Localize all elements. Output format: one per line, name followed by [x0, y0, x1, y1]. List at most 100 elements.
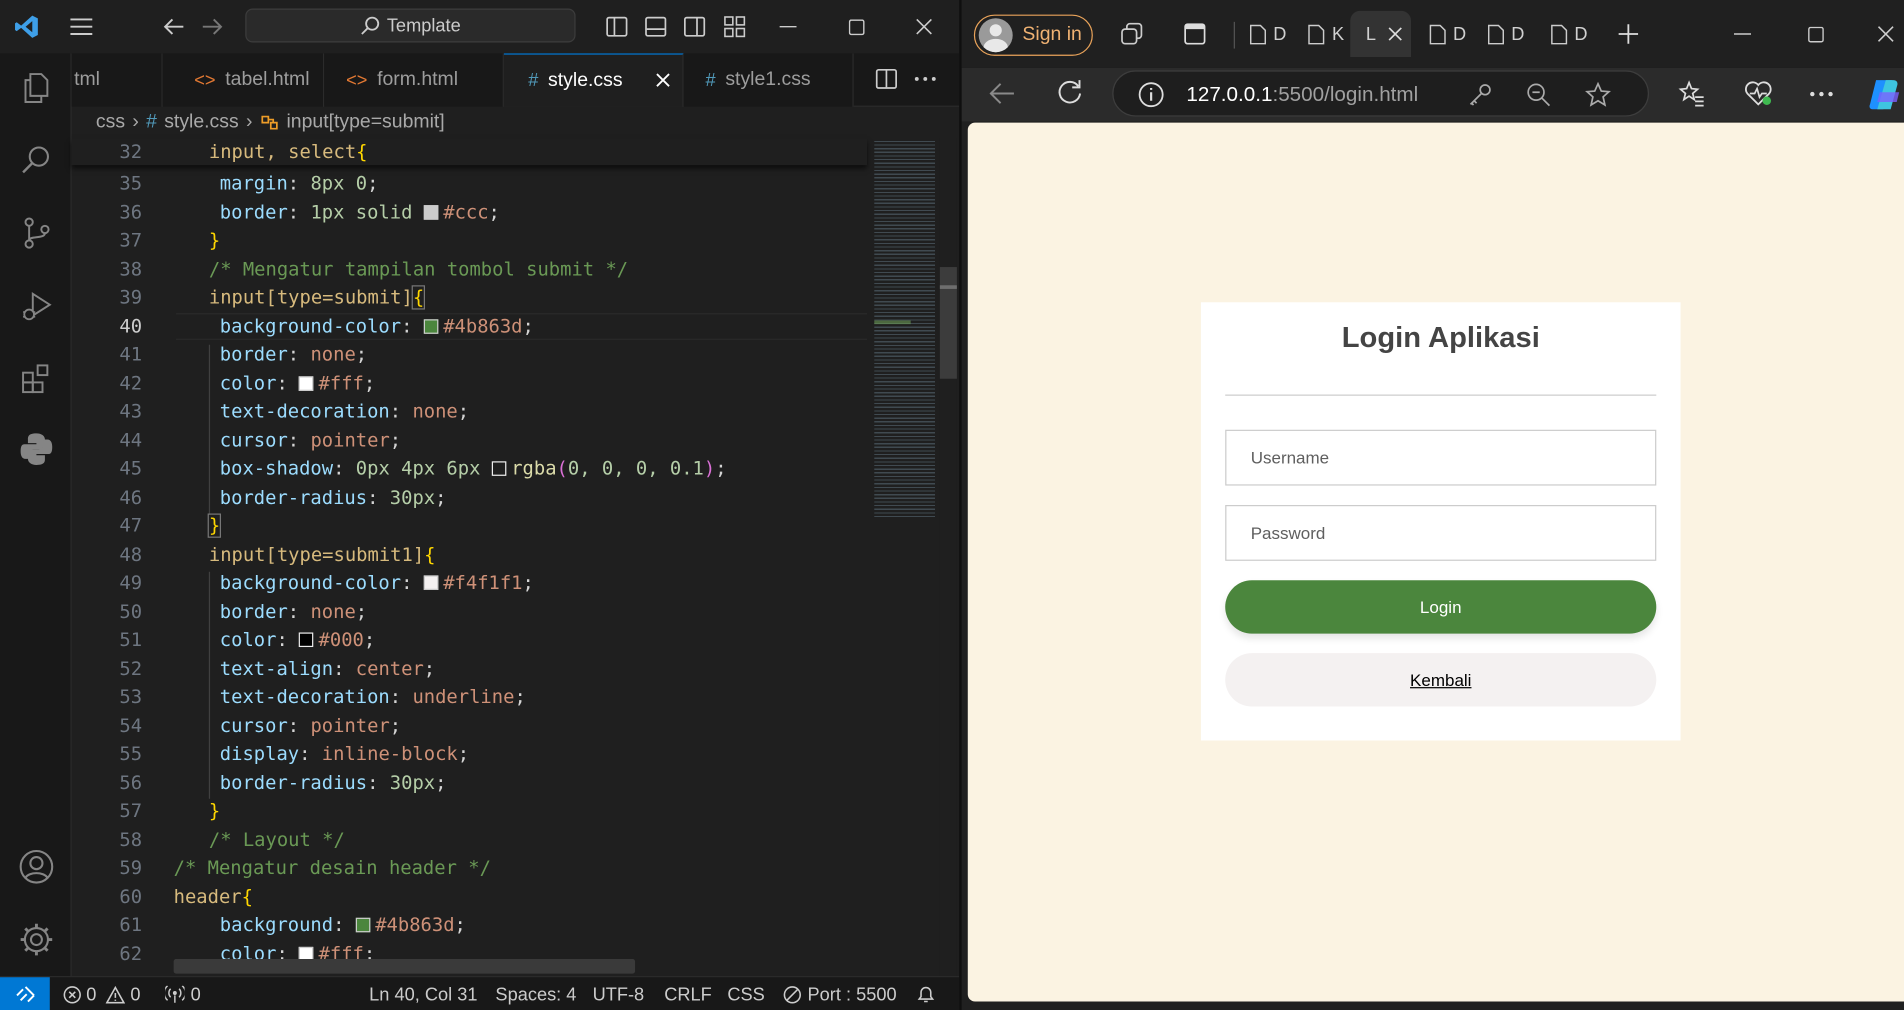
toggle-secondary-sidebar-icon[interactable] [680, 0, 709, 53]
vertical-scrollbar[interactable] [939, 138, 957, 977]
username-input[interactable] [1225, 429, 1657, 486]
more-actions-icon[interactable] [914, 75, 936, 82]
tab-html[interactable]: tml [71, 53, 163, 107]
breadcrumb-folder[interactable]: css [96, 112, 125, 134]
breadcrumb-file[interactable]: style.css [164, 112, 238, 134]
browser-tab[interactable]: D [1545, 10, 1594, 59]
code-line-48: input[type=submit1]{ [208, 543, 436, 566]
code-line-60: header{ [173, 886, 253, 909]
color-swatch[interactable] [355, 917, 371, 933]
url-path: :5500/login.html [1272, 82, 1419, 106]
password-input[interactable] [1225, 504, 1657, 561]
login-card: Login Aplikasi Login Kembali [1200, 302, 1681, 741]
key-icon[interactable] [1468, 83, 1492, 107]
sign-in-button[interactable]: Sign in [973, 14, 1093, 56]
maximize-icon[interactable] [835, 0, 876, 53]
vertical-tabs-icon[interactable] [1175, 10, 1214, 59]
notifications-bell-icon[interactable] [917, 977, 935, 1010]
toggle-primary-sidebar-icon[interactable] [602, 0, 631, 53]
back-arrow-icon[interactable] [988, 81, 1015, 105]
login-button[interactable]: Login [1225, 580, 1657, 634]
code-line-47: } [207, 513, 222, 538]
refresh-icon[interactable] [1056, 79, 1083, 106]
value: none [310, 600, 356, 623]
property: background-color [219, 315, 402, 338]
browser-tab[interactable]: D [1481, 10, 1530, 59]
accounts-icon[interactable] [0, 835, 72, 898]
minimize-icon[interactable] [767, 0, 808, 53]
search-icon[interactable] [0, 129, 72, 192]
color-swatch[interactable] [491, 461, 507, 476]
run-debug-icon[interactable] [0, 274, 72, 337]
horizontal-scrollbar[interactable] [173, 959, 636, 974]
back-link-button[interactable]: Kembali [1225, 653, 1657, 707]
remote-indicator-icon[interactable] [0, 977, 50, 1010]
tab-style-css[interactable]: # style.css [503, 53, 684, 107]
value: inline-block [321, 742, 458, 765]
code-editor[interactable]: 32 35 36 37 38 39 40 41 42 43 44 45 46 47 48 49 50 51 52 53… [71, 138, 868, 976]
customize-layout-icon[interactable] [719, 0, 751, 53]
new-tab-plus-icon[interactable] [1610, 10, 1646, 59]
browser-tab[interactable]: D [1423, 10, 1472, 59]
color-swatch[interactable] [299, 376, 314, 391]
close-window-icon[interactable] [1868, 10, 1904, 59]
close-window-icon[interactable] [903, 0, 944, 53]
live-server-port[interactable]: Port : 5500 [783, 977, 897, 1010]
site-info-icon[interactable] [1138, 81, 1165, 108]
breadcrumb-symbol[interactable]: input[type=submit] [286, 112, 444, 134]
browser-tab[interactable]: D [1243, 10, 1292, 59]
minimap[interactable] [867, 138, 940, 977]
ports-indicator[interactable]: 0 [165, 977, 201, 1010]
maximize-icon[interactable] [1797, 10, 1833, 59]
comment: /* Layout */ [208, 829, 345, 851]
source-control-icon[interactable] [0, 202, 72, 265]
value: 30px [389, 772, 436, 794]
tab-tabel-html[interactable]: <> tabel.html [162, 53, 325, 107]
end-of-line[interactable]: CRLF [664, 977, 712, 1010]
port-label: Port : 5500 [807, 983, 897, 1005]
color-swatch[interactable] [299, 632, 314, 648]
url-text: 127.0.0.1:5500/login.html [1186, 72, 1418, 118]
color-swatch[interactable] [423, 205, 439, 220]
address-bar[interactable]: 127.0.0.1:5500/login.html [1112, 70, 1650, 118]
browser-tab[interactable]: K [1299, 10, 1352, 59]
tab-form-html[interactable]: <> form.html [324, 53, 504, 107]
workspaces-icon[interactable] [1112, 10, 1151, 59]
value: #ccc [443, 201, 489, 224]
line-number: 54 [119, 715, 143, 737]
close-tab-icon[interactable] [1388, 27, 1403, 42]
value: pointer [310, 715, 390, 737]
problems-indicator[interactable]: 0 0 [63, 977, 140, 1010]
indentation[interactable]: Spaces: 4 [495, 977, 576, 1010]
manage-gear-icon[interactable] [0, 908, 72, 971]
zoom-out-icon[interactable] [1526, 83, 1551, 107]
split-editor-icon[interactable] [875, 68, 898, 90]
encoding[interactable]: UTF-8 [593, 977, 645, 1010]
favorite-star-icon[interactable] [1585, 81, 1612, 108]
line-number: 53 [119, 685, 143, 708]
tab-style1-css[interactable]: # style1.css [683, 53, 854, 107]
color-swatch[interactable] [423, 575, 439, 590]
toggle-panel-icon[interactable] [641, 0, 670, 53]
menu-icon[interactable] [61, 0, 102, 53]
favorites-icon[interactable] [1678, 80, 1705, 107]
value: #4b863d [443, 315, 523, 338]
browser-essentials-icon[interactable] [1744, 80, 1773, 107]
value: center [355, 657, 424, 680]
back-arrow-icon[interactable] [155, 0, 191, 53]
color-swatch[interactable] [423, 319, 439, 334]
forward-arrow-icon[interactable] [194, 0, 230, 53]
more-menu-icon[interactable] [1809, 91, 1833, 97]
browser-tab-active[interactable]: L [1358, 10, 1411, 59]
close-tab-icon[interactable] [656, 73, 671, 88]
copilot-icon[interactable] [1865, 75, 1904, 114]
explorer-icon[interactable] [0, 56, 72, 119]
cursor-position[interactable]: Ln 40, Col 31 [369, 977, 477, 1010]
tab-label: form.html [377, 69, 459, 90]
command-center-search[interactable]: Template [245, 8, 576, 43]
minimize-icon[interactable] [1724, 10, 1760, 59]
python-icon[interactable] [0, 418, 72, 481]
tab-label: K [1332, 23, 1345, 45]
extensions-icon[interactable] [0, 347, 72, 410]
language-mode[interactable]: CSS [727, 977, 764, 1010]
